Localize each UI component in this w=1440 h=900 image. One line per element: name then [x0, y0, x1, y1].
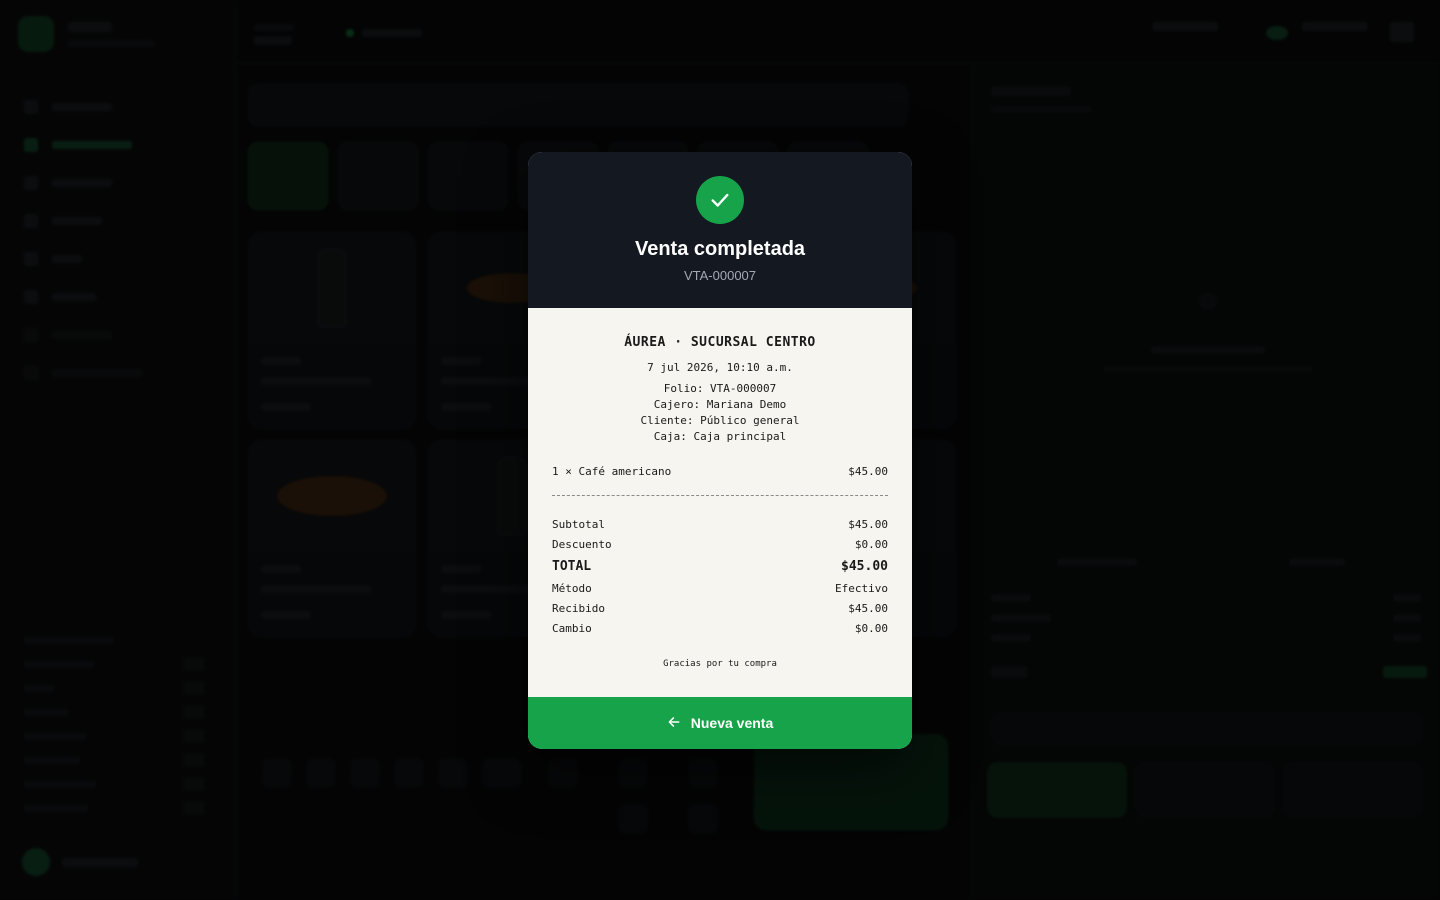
total-row: TOTAL $45.00	[552, 554, 888, 578]
discount-value: $0.00	[854, 537, 888, 551]
receipt-customer: Cliente: Público general	[640, 414, 800, 427]
received-value: $45.00	[848, 601, 888, 615]
change-value: $0.00	[854, 621, 888, 635]
receipt-line-item: 1 × Café americano $45.00	[552, 465, 888, 478]
payment-method-value: Efectivo	[835, 581, 888, 595]
total-value: $45.00	[841, 558, 888, 574]
receipt-register: Caja: Caja principal	[653, 430, 787, 443]
line-item-desc: 1 × Café americano	[552, 465, 672, 478]
receipt-datetime: 7 jul 2026, 10:10 a.m.	[647, 361, 793, 374]
receipt-cashier: Cajero: Mariana Demo	[653, 398, 787, 411]
payment-method-label: Método	[552, 581, 592, 595]
line-item-amount: $45.00	[848, 465, 888, 478]
check-icon	[696, 176, 744, 224]
discount-row: Descuento $0.00	[552, 534, 888, 554]
change-label: Cambio	[552, 621, 592, 635]
total-label: TOTAL	[552, 558, 592, 574]
change-row: Cambio $0.00	[552, 618, 888, 638]
receipt-totals: Subtotal $45.00 Descuento $0.00 TOTAL $4…	[552, 514, 888, 638]
received-label: Recibido	[552, 601, 605, 615]
receipt-folio: Folio: VTA-000007	[663, 382, 777, 395]
receipt-store-name: ÁUREA · SUCURSAL CENTRO	[624, 335, 816, 350]
modal-header: Venta completada VTA-000007	[528, 152, 912, 308]
new-sale-button[interactable]: Nueva venta	[528, 697, 912, 749]
receipt-meta: Folio: VTA-000007 Cajero: Mariana Demo C…	[528, 381, 912, 445]
receipt-items: 1 × Café americano $45.00	[552, 465, 888, 478]
received-row: Recibido $45.00	[552, 598, 888, 618]
subtotal-value: $45.00	[848, 517, 888, 531]
modal-title: Venta completada	[634, 238, 806, 260]
sale-completed-modal: Venta completada VTA-000007 ÁUREA · SUCU…	[528, 152, 912, 749]
receipt: ÁUREA · SUCURSAL CENTRO 7 jul 2026, 10:1…	[528, 308, 912, 697]
receipt-divider	[552, 495, 888, 496]
sale-folio: VTA-000007	[683, 268, 757, 283]
subtotal-label: Subtotal	[552, 517, 605, 531]
subtotal-row: Subtotal $45.00	[552, 514, 888, 534]
receipt-thanks: Gracias por tu compra	[663, 659, 777, 669]
discount-label: Descuento	[552, 537, 612, 551]
payment-method-row: Método Efectivo	[552, 578, 888, 598]
new-sale-label: Nueva venta	[690, 715, 774, 731]
arrow-left-icon	[667, 715, 681, 732]
